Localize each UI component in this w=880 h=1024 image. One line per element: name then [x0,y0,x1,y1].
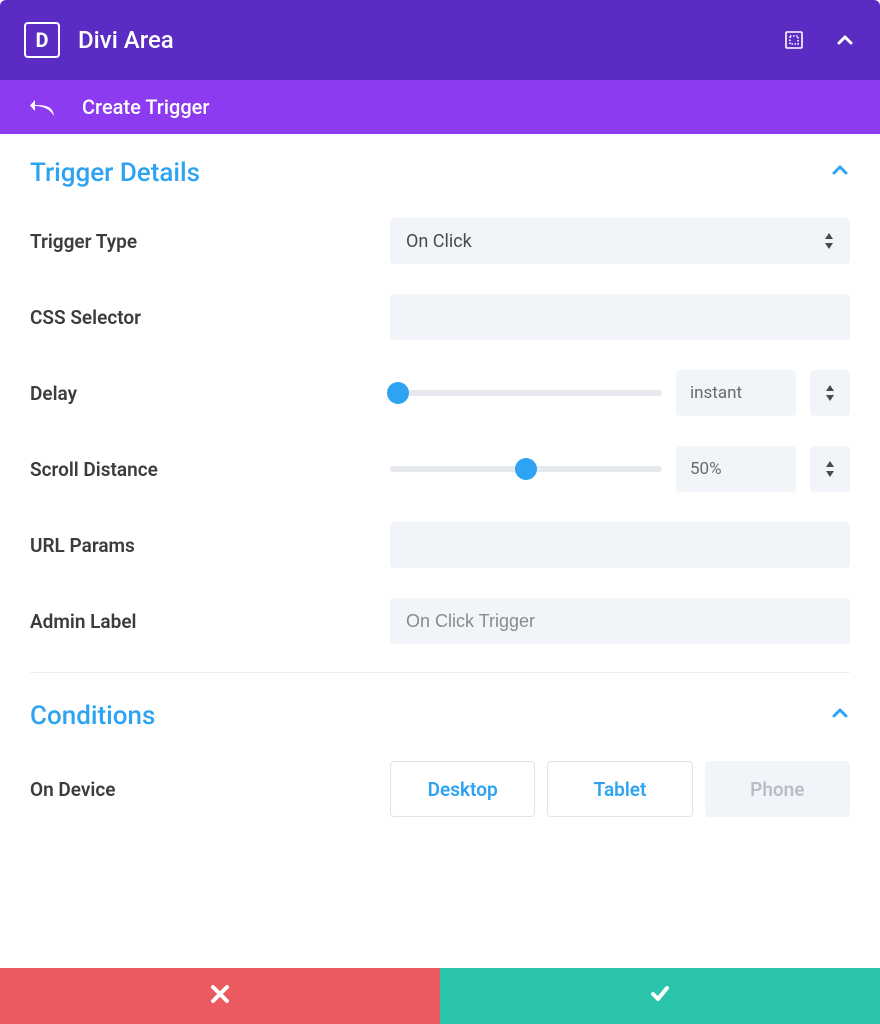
label-delay: Delay [30,382,390,405]
label-trigger-type: Trigger Type [30,230,390,253]
section-title-conditions: Conditions [30,701,155,731]
field-trigger-type: Trigger Type On Click [30,218,850,264]
label-css-selector: CSS Selector [30,306,390,329]
app-title: Divi Area [78,26,784,54]
sub-header-title: Create Trigger [82,95,209,119]
slider-delay[interactable] [390,390,662,396]
device-btn-tablet[interactable]: Tablet [547,761,692,817]
label-admin-label: Admin Label [30,610,390,633]
section-title-trigger: Trigger Details [30,158,200,188]
content-area: Trigger Details Trigger Type On Click CS… [0,134,880,845]
app-logo-letter: D [36,28,49,52]
field-scroll-distance: Scroll Distance 50% [30,446,850,492]
device-btn-phone[interactable]: Phone [705,761,850,817]
slider-scroll-distance[interactable] [390,466,662,472]
close-icon [210,982,230,1010]
slider-thumb-scroll[interactable] [515,458,537,480]
slider-value-delay[interactable]: instant [676,370,796,416]
section-header-trigger[interactable]: Trigger Details [30,158,850,188]
label-url-params: URL Params [30,534,390,557]
sub-header: Create Trigger [0,80,880,134]
section-header-conditions[interactable]: Conditions [30,701,850,731]
slider-thumb-delay[interactable] [387,382,409,404]
collapse-chevron-icon[interactable] [834,29,856,51]
select-trigger-type[interactable]: On Click [390,218,850,264]
section-conditions: Conditions On Device DesktopTabletPhone [30,701,850,845]
expand-icon[interactable] [784,30,804,50]
app-header: D Divi Area [0,0,880,80]
back-arrow-icon[interactable] [30,96,56,118]
field-css-selector: CSS Selector [30,294,850,340]
select-trigger-type-value: On Click [406,231,472,252]
section-trigger-details: Trigger Details Trigger Type On Click CS… [30,158,850,673]
field-on-device: On Device DesktopTabletPhone [30,761,850,817]
slider-unit-delay[interactable] [810,370,850,416]
confirm-button[interactable] [440,968,880,1024]
input-url-params[interactable] [390,522,850,568]
header-actions [784,29,856,51]
cancel-button[interactable] [0,968,440,1024]
footer-actions [0,968,880,1024]
label-scroll-distance: Scroll Distance [30,458,390,481]
chevron-up-icon [830,703,850,729]
input-admin-label[interactable] [390,598,850,644]
app-logo-icon: D [24,22,60,58]
label-on-device: On Device [30,778,390,801]
chevron-up-icon [830,160,850,186]
check-icon [649,982,671,1010]
device-btn-desktop[interactable]: Desktop [390,761,535,817]
input-css-selector[interactable] [390,294,850,340]
field-url-params: URL Params [30,522,850,568]
slider-unit-scroll[interactable] [810,446,850,492]
slider-value-scroll[interactable]: 50% [676,446,796,492]
field-admin-label: Admin Label [30,598,850,644]
field-delay: Delay instant [30,370,850,416]
sort-icon [824,233,834,249]
